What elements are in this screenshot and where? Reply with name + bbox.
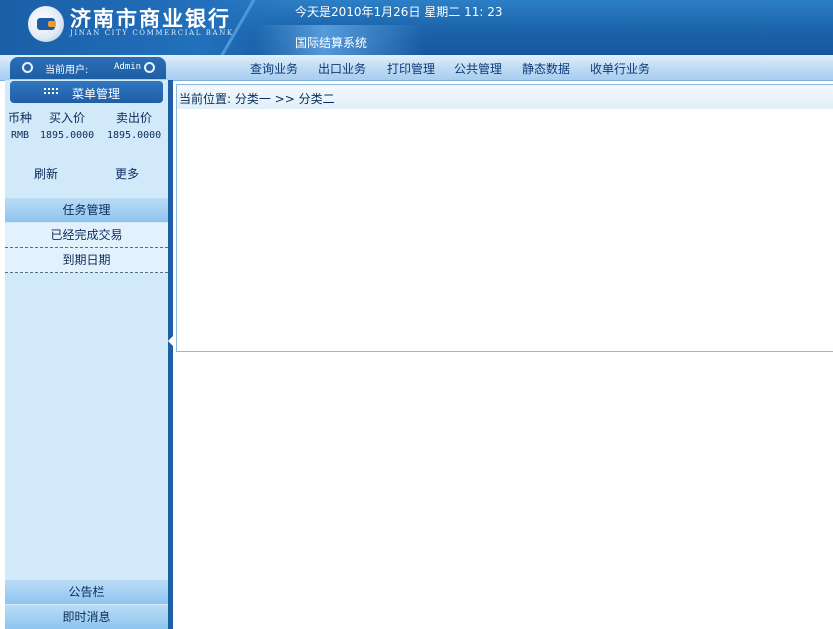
breadcrumb: 当前位置: 分类一 >> 分类二 [176,84,833,110]
ring-left-icon [22,62,33,73]
task-management-section[interactable]: 任务管理 [5,198,168,222]
task-item-completed[interactable]: 已经完成交易 [5,223,168,248]
app-header: 济南市商业银行 JINAN CITY COMMERCIAL BANK 今天是20… [0,0,833,55]
nav-public[interactable]: 公共管理 [454,60,502,77]
breadcrumb-text: 当前位置: 分类一 >> 分类二 [179,92,335,106]
rate-header-currency: 币种 [8,111,33,125]
sidebar: 菜单管理 币种 买入价 卖出价 RMB 1895.0000 1895.0000 … [5,80,168,629]
system-title: 国际结算系统 [295,36,368,50]
nav-export[interactable]: 出口业务 [318,60,366,77]
date-display: 今天是2010年1月26日 星期二 11: 23 [295,5,503,19]
ring-right-icon [144,62,155,73]
sidebar-splitter[interactable] [168,80,173,629]
bank-name-english: JINAN CITY COMMERCIAL BANK [70,29,234,37]
menu-title: 菜单管理 [72,87,121,101]
rate-currency: RMB [11,130,30,141]
rate-header-sell: 卖出价 [116,111,153,125]
rate-buy-value: 1895.0000 [40,130,95,141]
grid-menu-icon [44,88,60,97]
instant-message-section[interactable]: 即时消息 [5,605,168,629]
collapse-arrow-icon[interactable] [168,336,173,346]
nav-print[interactable]: 打印管理 [387,60,435,77]
rate-sell-value: 1895.0000 [107,130,162,141]
nav-static-data[interactable]: 静态数据 [522,60,570,77]
menu-header[interactable]: 菜单管理 [10,81,163,103]
current-user-label: 当前用户: [45,65,89,76]
notice-board-section[interactable]: 公告栏 [5,580,168,604]
task-item-due-date[interactable]: 到期日期 [5,248,168,273]
more-link[interactable]: 更多 [115,165,139,182]
nav-query[interactable]: 查询业务 [250,60,298,77]
bank-logo-icon [28,6,64,42]
current-user-tab: 当前用户: Admin [10,57,166,79]
rate-header-buy: 买入价 [49,111,86,125]
content-frame [176,109,833,352]
username: Admin [114,62,142,72]
refresh-link[interactable]: 刷新 [34,165,58,182]
nav-acquirer[interactable]: 收单行业务 [590,60,650,77]
